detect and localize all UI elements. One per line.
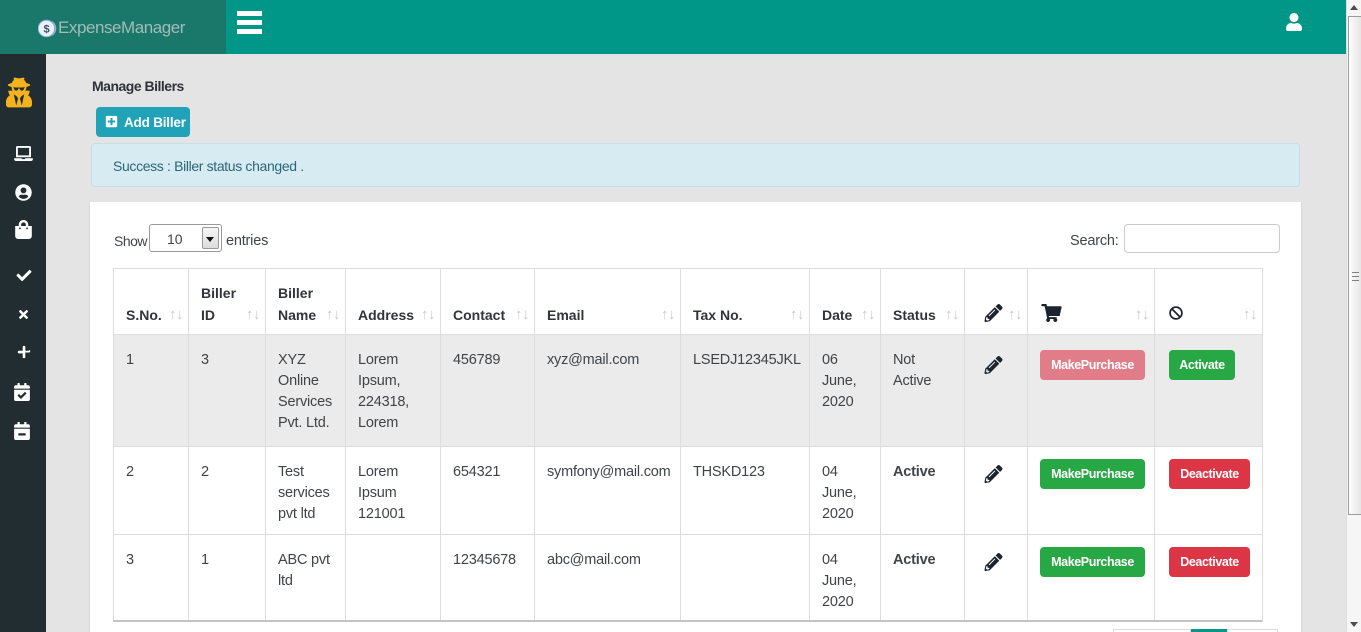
svg-text:$: $ xyxy=(43,24,49,36)
